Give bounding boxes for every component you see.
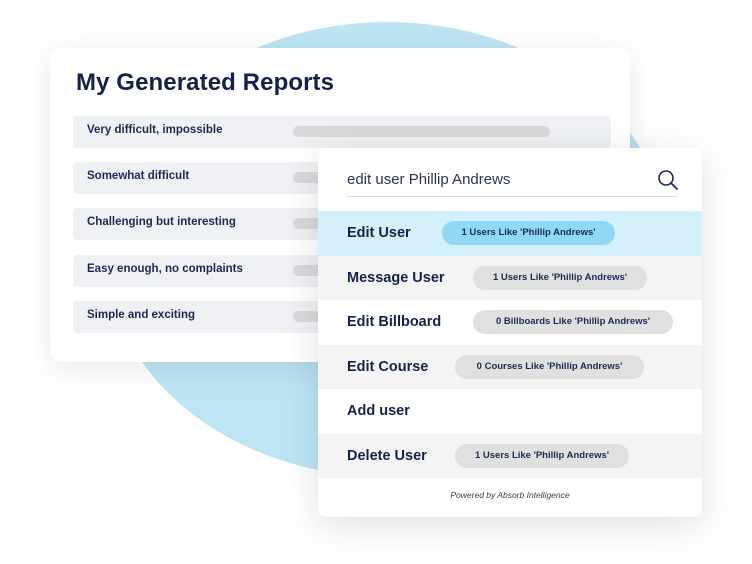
result-action-label: Edit Course [347,358,429,375]
result-match-pill: 1 Users Like 'Phillip Andrews' [473,265,647,290]
result-action-label: Edit User [347,225,411,241]
report-row-label: Somewhat difficult [87,170,190,182]
result-match-pill: 1 Users Like 'Phillip Andrews' [455,443,629,468]
result-delete-user[interactable]: Delete User 1 Users Like 'Phillip Andrew… [318,433,702,478]
result-action-label: Edit Billboard [347,314,442,330]
result-action-label: Add user [347,403,410,419]
search-icon[interactable] [657,169,679,191]
report-row-label: Simple and exciting [87,309,195,321]
result-edit-user[interactable]: Edit User 1 Users Like 'Phillip Andrews' [318,211,702,256]
result-action-label: Delete User [347,447,427,464]
report-row-bar [293,126,550,137]
report-row-label: Very difficult, impossible [87,124,223,136]
report-row[interactable]: Very difficult, impossible [73,116,611,148]
result-match-pill: 0 Billboards Like 'Phillip Andrews' [473,310,673,334]
search-input[interactable] [347,171,637,188]
result-match-pill: 1 Users Like 'Phillip Andrews' [442,221,615,245]
command-search-card: Edit User 1 Users Like 'Phillip Andrews'… [318,148,702,517]
report-row-label: Easy enough, no complaints [87,263,243,275]
result-action-label: Message User [347,269,445,286]
powered-by-footer: Powered by Absorb Intelligence [450,490,570,500]
result-add-user[interactable]: Add user [318,389,702,434]
report-row-label: Challenging but interesting [87,216,236,228]
search-field [347,166,677,197]
result-edit-course[interactable]: Edit Course 0 Courses Like 'Phillip Andr… [318,344,702,389]
result-edit-billboard[interactable]: Edit Billboard 0 Billboards Like 'Philli… [318,300,702,345]
result-message-user[interactable]: Message User 1 Users Like 'Phillip Andre… [318,255,702,300]
result-match-pill: 0 Courses Like 'Phillip Andrews' [455,354,644,379]
reports-title: My Generated Reports [76,69,335,96]
